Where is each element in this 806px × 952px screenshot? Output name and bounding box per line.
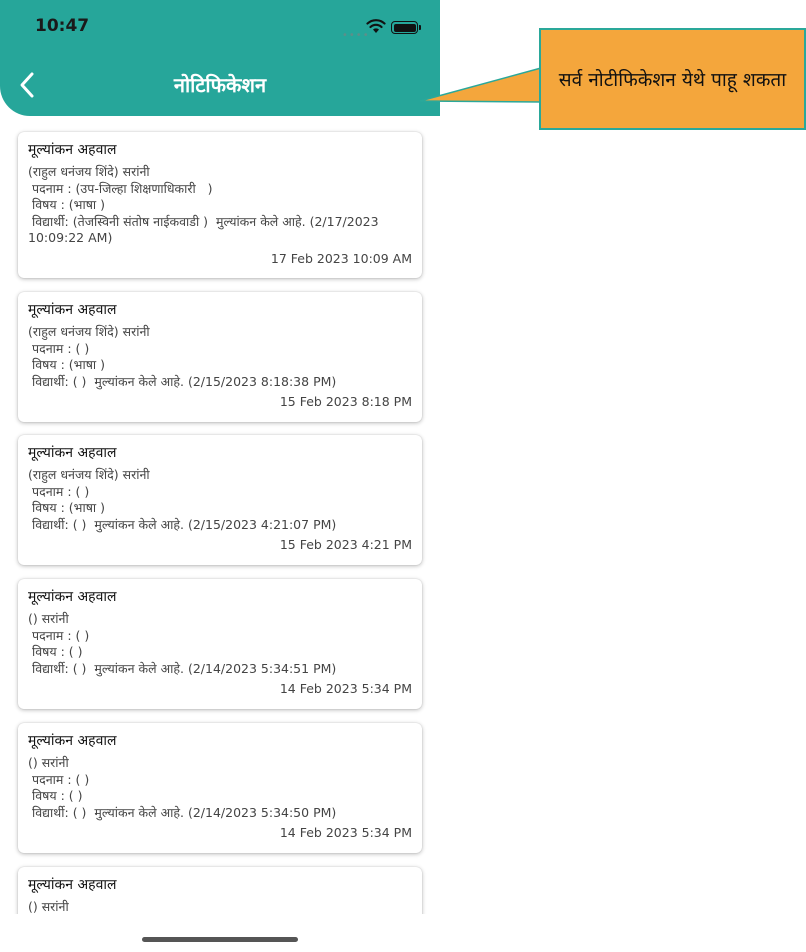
notification-date: 14 Feb 2023 5:34 PM xyxy=(279,825,412,840)
notification-line: पदनाम : ( ) xyxy=(28,627,90,643)
notification-line: पदनाम : ( ) xyxy=(28,340,90,356)
notification-title: मूल्यांकन अहवाल xyxy=(28,445,117,461)
notification-card[interactable]: मूल्यांकन अहवाल () सरांनी पदनाम : ( ) विष… xyxy=(18,723,422,853)
status-time: 10:47 xyxy=(35,16,90,36)
notification-line: विषय : (भाषा ) xyxy=(28,357,106,372)
notification-line: पदनाम : (उप-जिल्हा शिक्षणाधिकारी ) xyxy=(28,180,213,196)
notification-line: विषय : (भाषा ) xyxy=(28,500,106,515)
notification-card[interactable]: मूल्यांकन अहवाल (राहुल धनंजय शिंदे) सरांन… xyxy=(18,292,422,422)
notification-line: विद्यार्थी: (तेजस्विनी संतोष नाईकवाडी ) … xyxy=(28,213,383,246)
notification-line: विषय : ( ) xyxy=(28,788,83,803)
notification-line: () सरांनी xyxy=(28,755,69,770)
notification-card[interactable]: मूल्यांकन अहवाल (राहुल धनंजय शिंदे) सरांन… xyxy=(18,132,422,278)
notification-line: () सरांनी xyxy=(28,899,69,914)
page-title: नोटिफिकेशन xyxy=(173,73,267,97)
notification-date: 15 Feb 2023 4:21 PM xyxy=(279,537,412,552)
battery-icon xyxy=(391,21,421,34)
notification-line: (राहुल धनंजय शिंदे) सरांनी xyxy=(28,324,150,339)
wifi-icon xyxy=(366,19,386,33)
notification-line: विषय : ( ) xyxy=(28,644,83,659)
notification-line: पदनाम : ( ) xyxy=(28,771,90,787)
app-header: 10:47 •••• नोटिफिकेशन xyxy=(0,0,440,116)
notification-line: विद्यार्थी: ( ) मुल्यांकन केले आहे. (2/1… xyxy=(28,516,337,532)
notification-title: मूल्यांकन अहवाल xyxy=(28,302,117,318)
notification-line: विद्यार्थी: ( ) मुल्यांकन केले आहे. (2/1… xyxy=(28,373,337,389)
notification-title: मूल्यांकन अहवाल xyxy=(28,589,117,605)
notification-title: मूल्यांकन अहवाल xyxy=(28,877,117,893)
notification-title: मूल्यांकन अहवाल xyxy=(28,142,117,158)
notification-date: 15 Feb 2023 8:18 PM xyxy=(279,394,412,409)
notification-line: विद्यार्थी: ( ) मुल्यांकन केले आहे. (2/1… xyxy=(28,660,337,676)
notification-date: 17 Feb 2023 10:09 AM xyxy=(270,250,412,266)
notification-card[interactable]: मूल्यांकन अहवाल () सरांनी xyxy=(18,867,422,914)
tutorial-callout: सर्व नोटीफिकेशन येथे पाहू शकता xyxy=(539,28,806,130)
home-indicator[interactable] xyxy=(142,937,298,942)
notification-card[interactable]: मूल्यांकन अहवाल (राहुल धनंजय शिंदे) सरांन… xyxy=(18,435,422,565)
notification-list[interactable]: मूल्यांकन अहवाल (राहुल धनंजय शिंदे) सरांन… xyxy=(0,120,440,914)
notification-line: (राहुल धनंजय शिंदे) सरांनी xyxy=(28,164,150,179)
phone-screen: 10:47 •••• नोटिफिकेशन मूल्यांकन अहवाल (रा… xyxy=(0,0,440,952)
callout-text: सर्व नोटीफिकेशन येथे पाहू शकता xyxy=(558,69,787,91)
callout-pointer xyxy=(419,67,542,103)
notification-line: विषय : (भाषा ) xyxy=(28,197,106,212)
notification-line: विद्यार्थी: ( ) मुल्यांकन केले आहे. (2/1… xyxy=(28,804,337,820)
notification-line: (राहुल धनंजय शिंदे) सरांनी xyxy=(28,467,150,482)
notification-line: () सरांनी xyxy=(28,611,69,626)
notification-date: 14 Feb 2023 5:34 PM xyxy=(279,681,412,696)
notification-title: मूल्यांकन अहवाल xyxy=(28,733,117,749)
notification-line: पदनाम : ( ) xyxy=(28,483,90,499)
notification-card[interactable]: मूल्यांकन अहवाल () सरांनी पदनाम : ( ) विष… xyxy=(18,579,422,709)
